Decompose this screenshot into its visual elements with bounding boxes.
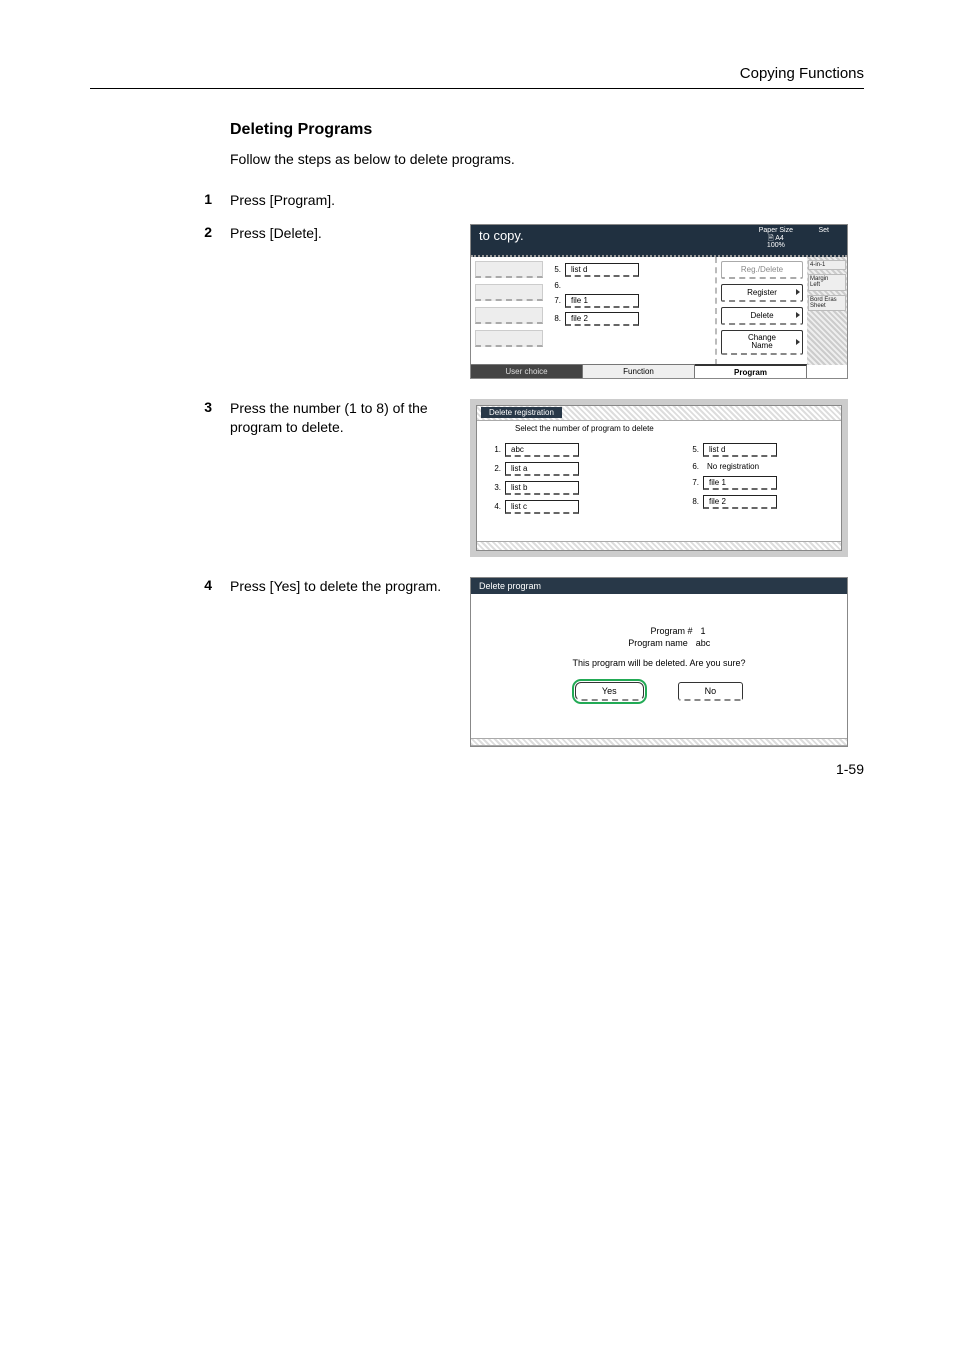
program-slot-7[interactable]: 7. file 1 (551, 294, 709, 308)
screen-title-bar: to copy. Paper Size 🗎 A4 100% Set (471, 225, 847, 257)
reg-delete-heading: Reg./Delete (721, 261, 803, 279)
program-slot-7[interactable]: 7. file 1 (689, 476, 827, 490)
no-registration-label: No registration (707, 462, 759, 471)
program-slot-2[interactable]: 2. list a (491, 462, 629, 476)
step-text: Press [Program]. (230, 191, 460, 210)
program-slot-6: 6. (551, 281, 709, 290)
slot-number: 8. (689, 497, 699, 506)
program-slot-6-empty: 6. No registration (689, 462, 827, 471)
screen-to-copy: to copy. Paper Size 🗎 A4 100% Set 5 (470, 224, 848, 379)
step-number: 2 (182, 224, 212, 240)
slot-label: list c (505, 500, 579, 514)
chevron-right-icon (796, 339, 800, 345)
set-label: Set (818, 227, 829, 234)
screen-title: to copy. (479, 228, 524, 243)
step-text: Press [Delete]. (230, 224, 460, 243)
footer-hatch (477, 541, 841, 550)
step-number: 1 (182, 191, 212, 207)
bottom-tabs: User choice Function Program (471, 364, 807, 378)
side-feature-column: 4-in-1 Margin Left Bord Eras Sheet (807, 257, 847, 365)
left-chip-column (471, 257, 545, 365)
slot-number: 8. (551, 314, 561, 323)
program-slot-3[interactable]: 3. list b (491, 481, 629, 495)
section-title: Deleting Programs (230, 121, 864, 139)
program-slot-8[interactable]: 8. file 2 (551, 312, 709, 326)
register-button[interactable]: Register (721, 284, 803, 302)
program-slot-5[interactable]: 5. list d (551, 263, 709, 277)
slot-number: 1. (491, 445, 501, 454)
slot-label: list d (703, 443, 777, 457)
btn-label: Change Name (748, 333, 776, 350)
footer-hatch (471, 738, 847, 746)
no-button[interactable]: No (678, 682, 744, 701)
slot-label: file 2 (565, 312, 639, 326)
preset-chip[interactable] (475, 261, 543, 278)
program-list-column: 5. list d 6. 7. file 1 8. file 2 (545, 257, 715, 365)
program-slot-1[interactable]: 1. abc (491, 443, 629, 457)
paper-size-indicator: Paper Size 🗎 A4 100% (759, 227, 793, 250)
step-3: 3 Press the number (1 to 8) of the progr… (90, 399, 864, 557)
step-number: 3 (182, 399, 212, 415)
page-number: 1-59 (836, 761, 864, 777)
running-header: Copying Functions (90, 65, 864, 89)
screen-prompt: Select the number of program to delete (477, 421, 841, 437)
paper-size-value: A4 (775, 235, 784, 242)
preset-chip[interactable] (475, 330, 543, 347)
chevron-right-icon (796, 289, 800, 295)
slot-number: 2. (491, 464, 501, 473)
program-slot-8[interactable]: 8. file 2 (689, 495, 827, 509)
program-slot-4[interactable]: 4. list c (491, 500, 629, 514)
slot-label: list b (505, 481, 579, 495)
btn-label: Register (747, 288, 777, 297)
step-2: 2 Press [Delete]. to copy. Paper Size 🗎 … (90, 224, 864, 379)
slot-label: abc (505, 443, 579, 457)
tab-program[interactable]: Program (695, 364, 807, 378)
screen-title: Delete registration (481, 407, 562, 418)
section-intro: Follow the steps as below to delete prog… (230, 151, 864, 167)
slot-label: file 1 (703, 476, 777, 490)
slot-label: file 2 (703, 495, 777, 509)
tab-function[interactable]: Function (583, 364, 695, 378)
side-chip-border-erase[interactable]: Bord Eras Sheet (808, 295, 846, 312)
screen-delete-program: Delete program Program # 1 Program name ab… (470, 577, 848, 747)
program-name-value: abc (696, 638, 711, 648)
tab-user-choice[interactable]: User choice (471, 364, 583, 378)
program-number-label: Program # (612, 626, 692, 636)
change-name-button[interactable]: Change Name (721, 330, 803, 355)
preset-chip[interactable] (475, 307, 543, 324)
confirm-message: This program will be deleted. Are you su… (491, 658, 827, 668)
slot-number: 3. (491, 483, 501, 492)
side-chip-4in1[interactable]: 4-in-1 (808, 260, 846, 270)
slot-number: 6. (689, 462, 699, 471)
step-text: Press the number (1 to 8) of the program… (230, 399, 460, 437)
slot-label: list a (505, 462, 579, 476)
slot-number: 4. (491, 502, 501, 511)
program-slot-5[interactable]: 5. list d (689, 443, 827, 457)
side-chip-margin[interactable]: Margin Left (808, 274, 846, 291)
step-number: 4 (182, 577, 212, 593)
yes-button[interactable]: Yes (575, 682, 644, 701)
step-1: 1 Press [Program]. (90, 191, 864, 210)
slot-number: 5. (551, 265, 561, 274)
action-column: Reg./Delete Register Delete Change Name (715, 257, 807, 365)
program-number-value: 1 (700, 626, 705, 636)
step-4: 4 Press [Yes] to delete the program. Del… (90, 577, 864, 747)
program-name-label: Program name (608, 638, 688, 648)
preset-chip[interactable] (475, 284, 543, 301)
slot-number: 6. (551, 281, 561, 290)
slot-number: 5. (689, 445, 699, 454)
btn-label: Delete (750, 311, 773, 320)
paper-size-label: Paper Size (759, 227, 793, 235)
slot-number: 7. (551, 296, 561, 305)
screen-title: Delete program (471, 578, 847, 594)
slot-label: file 1 (565, 294, 639, 308)
slot-label: list d (565, 263, 639, 277)
zoom-value: 100% (759, 242, 793, 250)
slot-number: 7. (689, 478, 699, 487)
screen-delete-registration: Delete registration Select the number of… (470, 399, 848, 557)
delete-button[interactable]: Delete (721, 307, 803, 325)
step-text: Press [Yes] to delete the program. (230, 577, 460, 596)
chevron-right-icon (796, 312, 800, 318)
